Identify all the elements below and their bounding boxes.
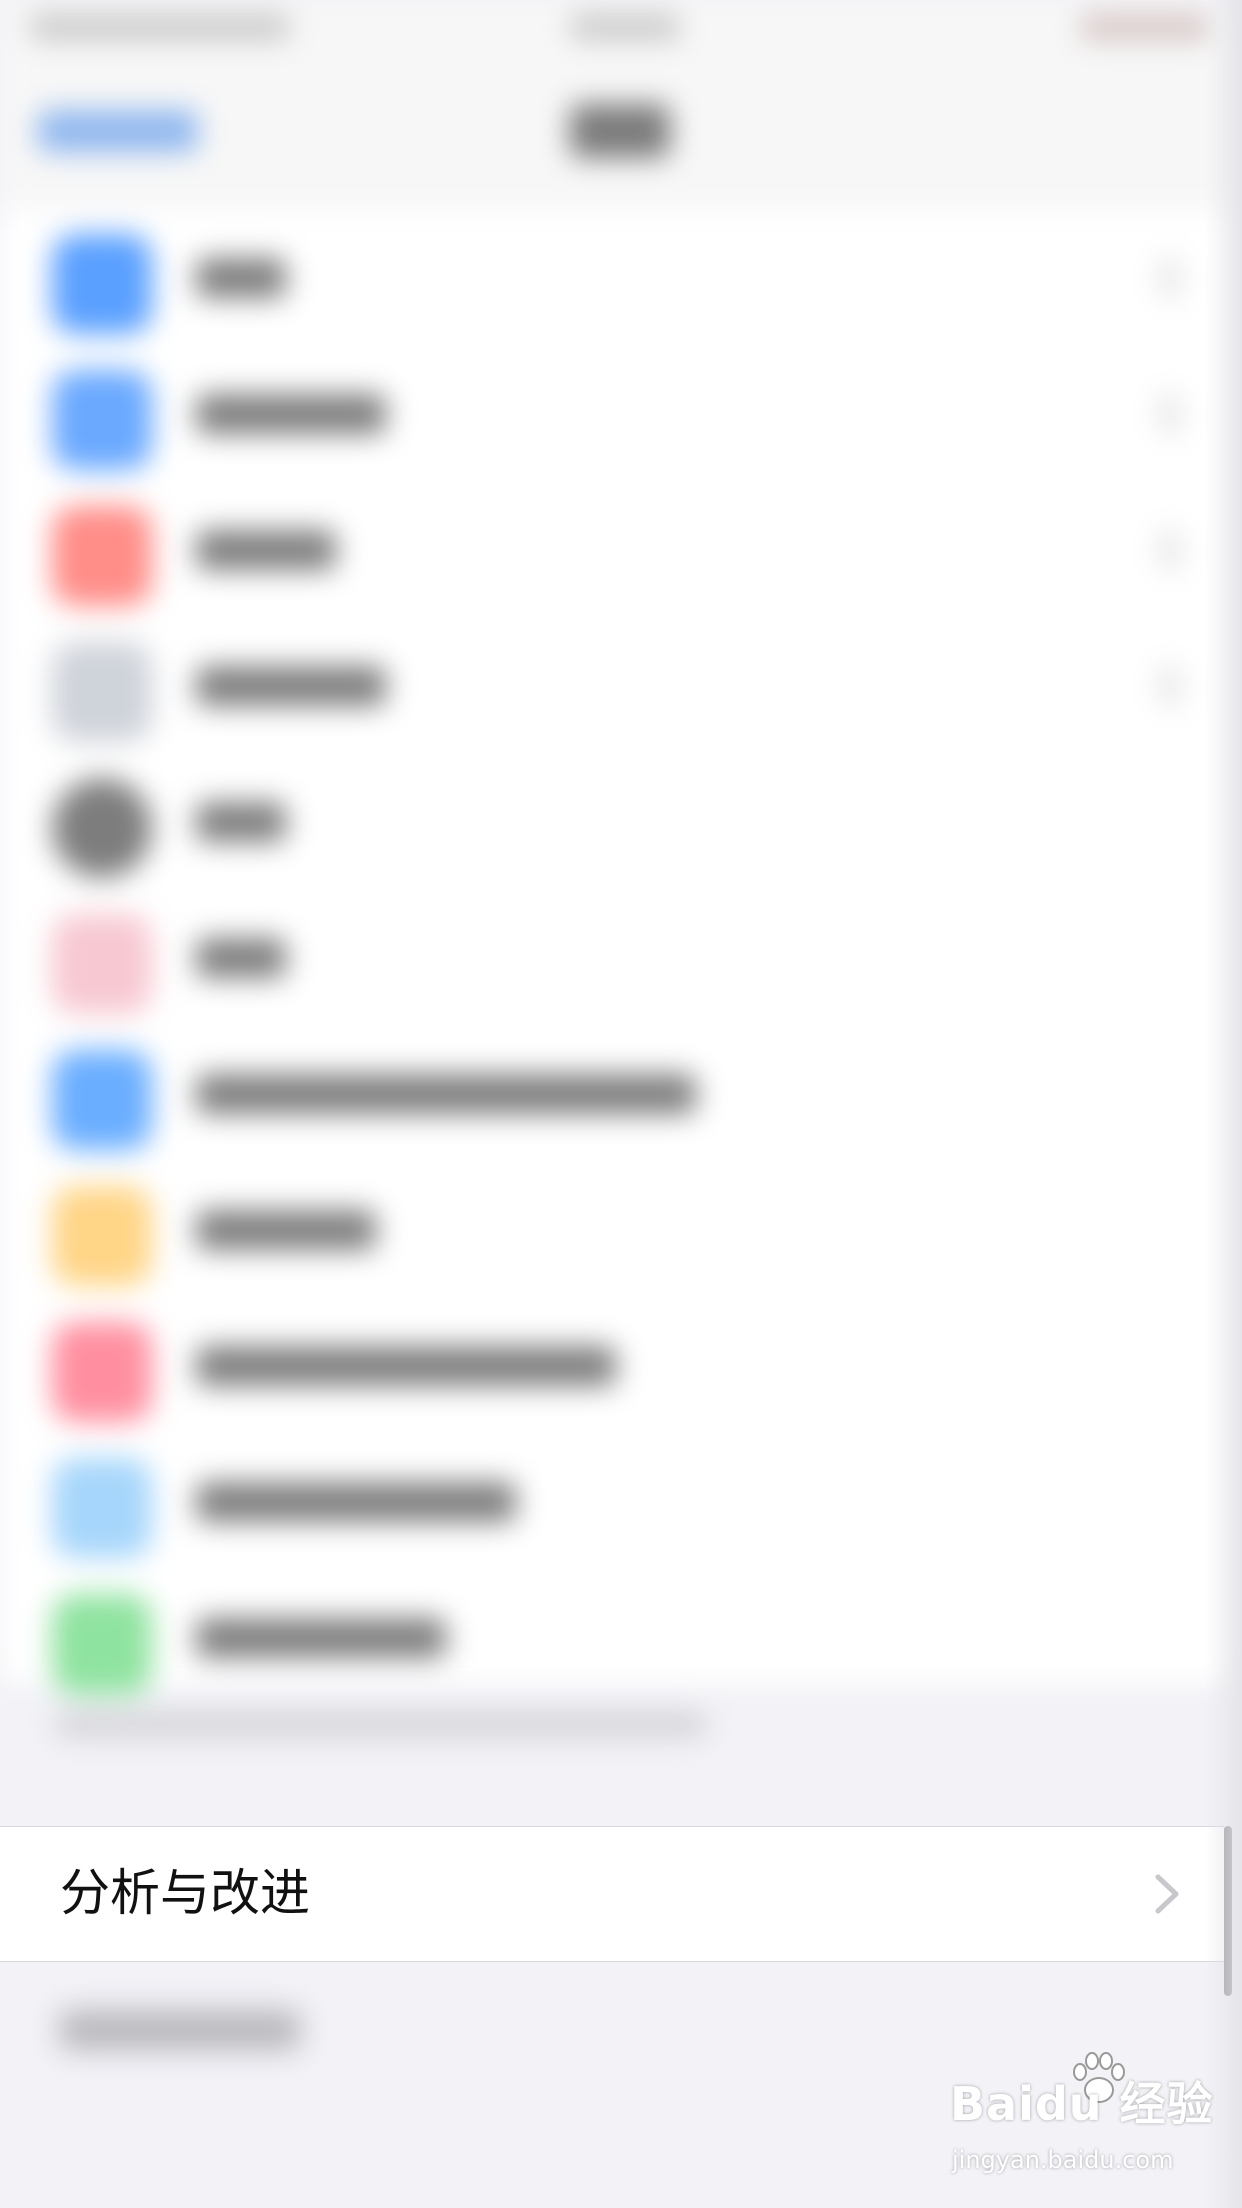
list-item-label xyxy=(196,1482,516,1522)
list-item[interactable] xyxy=(0,1434,1242,1570)
app-icon xyxy=(52,642,152,742)
app-list xyxy=(0,210,1242,1694)
app-icon xyxy=(52,234,152,334)
list-item[interactable] xyxy=(0,482,1242,618)
list-item[interactable] xyxy=(0,1162,1242,1298)
status-center-placeholder xyxy=(570,14,680,40)
chevron-right-icon xyxy=(1160,530,1180,570)
app-icon xyxy=(52,1050,152,1150)
settings-screen: 分析与改进 Baidu 经验 jingyan.baidu.com xyxy=(0,0,1242,2208)
status-bar xyxy=(0,0,1242,60)
app-icon xyxy=(52,506,152,606)
list-item-label xyxy=(196,394,386,434)
analytics-and-improvements-label: 分析与改进 xyxy=(60,1864,310,1922)
list-item[interactable] xyxy=(0,618,1242,754)
list-item[interactable] xyxy=(0,890,1242,1026)
app-icon xyxy=(52,1458,152,1558)
list-item[interactable] xyxy=(0,346,1242,482)
list-item-label xyxy=(196,666,386,706)
app-icon xyxy=(52,370,152,470)
list-item-label xyxy=(196,1618,446,1658)
watermark-url: jingyan.baidu.com xyxy=(952,2146,1174,2174)
list-item[interactable] xyxy=(0,1570,1242,1706)
app-icon xyxy=(52,914,152,1014)
list-item-label xyxy=(196,938,286,978)
bottom-section-label xyxy=(60,2010,300,2050)
status-left-placeholder xyxy=(30,14,290,40)
watermark-brand: Baidu 经验 xyxy=(950,2077,1214,2131)
list-item-label xyxy=(196,1210,376,1250)
chevron-right-icon xyxy=(1160,666,1180,706)
app-icon xyxy=(52,778,152,878)
list-item[interactable] xyxy=(0,1026,1242,1162)
edge-shade xyxy=(1205,0,1242,2208)
chevron-right-icon xyxy=(1155,1874,1179,1914)
app-icon xyxy=(52,1322,152,1422)
list-item[interactable] xyxy=(0,754,1242,890)
watermark: Baidu 经验 jingyan.baidu.com xyxy=(950,2052,1220,2188)
analytics-and-improvements-row[interactable]: 分析与改进 xyxy=(0,1826,1224,1962)
back-button[interactable] xyxy=(38,110,198,152)
section-footer-text xyxy=(56,1712,706,1736)
list-item-label xyxy=(196,1346,616,1386)
app-icon xyxy=(52,1186,152,1286)
list-item[interactable] xyxy=(0,1298,1242,1434)
app-icon xyxy=(52,1594,152,1694)
chevron-right-icon xyxy=(1160,394,1180,434)
chevron-right-icon xyxy=(1160,258,1180,298)
list-item-label xyxy=(196,258,286,298)
list-item-label xyxy=(196,530,336,570)
list-item[interactable] xyxy=(0,210,1242,346)
page-title xyxy=(570,104,670,158)
navigation-bar xyxy=(0,60,1242,210)
status-right-placeholder xyxy=(1080,14,1210,40)
list-item-label xyxy=(196,802,286,842)
list-item-label xyxy=(196,1074,696,1114)
